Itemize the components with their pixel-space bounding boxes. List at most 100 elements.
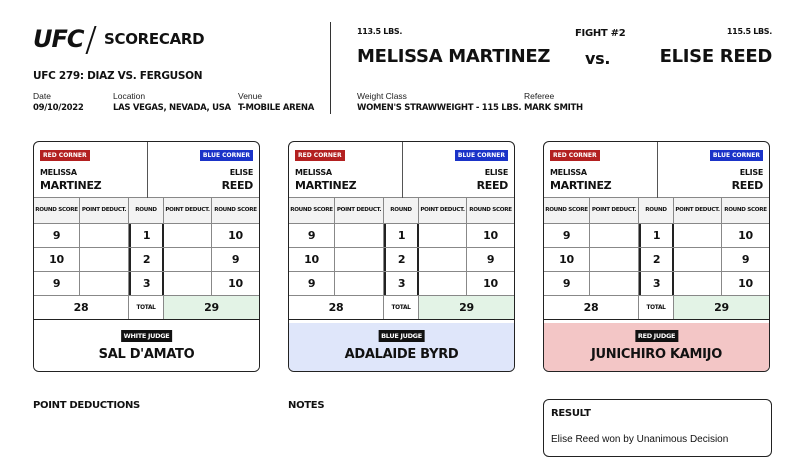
col-round: ROUND (384, 198, 419, 223)
red-round-score: 9 (289, 272, 335, 295)
blue-point-deduction (419, 272, 467, 295)
col-blue-round-score: ROUND SCORE (724, 207, 767, 213)
location-label: Location (113, 91, 146, 101)
result-title: RESULT (551, 408, 591, 419)
weight-class-value: WOMEN'S STRAWWEIGHT - 115 LBS. (357, 103, 522, 113)
col-red-round-score: ROUND SCORE (34, 198, 80, 223)
fight-number: FIGHT #2 (575, 28, 626, 39)
red-point-deduction (590, 224, 639, 247)
round-number: 2 (639, 248, 674, 271)
blue-round-score: 10 (228, 277, 243, 290)
header-divider (330, 22, 331, 114)
notes-heading: NOTES (288, 400, 325, 411)
result-box: RESULT Elise Reed won by Unanimous Decis… (543, 399, 772, 457)
blue-round-score: 9 (486, 253, 495, 266)
judge-role-badge: BLUE JUDGE (378, 330, 425, 342)
red-round-score: 10 (289, 248, 335, 271)
blue-point-deduction (164, 224, 212, 247)
red-point-deduction (590, 272, 639, 295)
round-row: 9 3 10 (289, 272, 514, 296)
red-point-deduction (80, 224, 129, 247)
red-round-score: 10 (544, 248, 590, 271)
blue-corner-badge: BLUE CORNER (199, 150, 253, 161)
blue-point-deduction (164, 272, 212, 295)
venue-value: T-MOBILE ARENA (238, 103, 315, 113)
blue-point-deduction (674, 272, 722, 295)
blue-last-name: REED (221, 179, 254, 192)
round-row: 9 3 10 (544, 272, 769, 296)
col-blue-point-deduct: POINT DEDUCT. (419, 198, 467, 223)
total-row: 28 TOTAL 29 (289, 296, 514, 320)
blue-point-deduction (164, 248, 212, 271)
blue-round-score: 10 (738, 229, 753, 242)
blue-corner-badge: BLUE CORNER (454, 150, 508, 161)
red-last-name: MARTINEZ (550, 179, 612, 192)
red-total: 28 (34, 296, 129, 319)
referee-value: MARK SMITH (524, 103, 583, 113)
red-last-name: MARTINEZ (295, 179, 357, 192)
red-point-deduction (335, 248, 384, 271)
blue-round-score: 9 (231, 253, 240, 266)
red-round-score: 10 (34, 248, 80, 271)
judge-footer: RED JUDGE JUNICHIRO KAMIJO (544, 323, 769, 371)
round-row: 9 1 10 (289, 224, 514, 248)
total-row: 28 TOTAL 29 (544, 296, 769, 320)
round-number: 1 (639, 224, 674, 247)
red-first-name: MELISSA (550, 168, 587, 177)
col-blue-round-score: ROUND SCORE (469, 207, 512, 213)
score-grid-header: ROUND SCORE POINT DEDUCT. ROUND POINT DE… (544, 198, 769, 224)
total-label: TOTAL (129, 296, 164, 319)
round-row: 10 2 9 (289, 248, 514, 272)
col-blue-point-deduct: POINT DEDUCT. (674, 198, 722, 223)
judge-scorecard-1: RED CORNER BLUE CORNER MELISSA MARTINEZ … (33, 141, 260, 372)
point-deductions-heading: POINT DEDUCTIONS (33, 400, 140, 411)
col-red-point-deduct: POINT DEDUCT. (590, 198, 639, 223)
red-fighter-name: MELISSA MARTINEZ (357, 46, 551, 67)
round-number: 2 (129, 248, 164, 271)
round-number: 3 (129, 272, 164, 295)
blue-round-score: 9 (741, 253, 750, 266)
round-row: 9 1 10 (544, 224, 769, 248)
round-row: 10 2 9 (34, 248, 259, 272)
referee-label: Referee (524, 91, 555, 101)
col-red-point-deduct: POINT DEDUCT. (80, 198, 129, 223)
date-label: Date (33, 91, 51, 101)
red-point-deduction (335, 272, 384, 295)
total-row: 28 TOTAL 29 (34, 296, 259, 320)
judge-role-badge: WHITE JUDGE (120, 330, 173, 342)
judge-name: SAL D'AMATO (98, 347, 195, 362)
venue-label: Venue (238, 91, 263, 101)
blue-point-deduction (674, 248, 722, 271)
blue-first-name: ELISE (229, 168, 254, 177)
red-last-name: MARTINEZ (40, 179, 102, 192)
score-grid: ROUND SCORE POINT DEDUCT. ROUND POINT DE… (544, 198, 769, 320)
red-point-deduction (80, 272, 129, 295)
judge-footer: BLUE JUDGE ADALAIDE BYRD (289, 323, 514, 371)
score-grid: ROUND SCORE POINT DEDUCT. ROUND POINT DE… (34, 198, 259, 320)
red-corner-badge: RED CORNER (550, 150, 600, 161)
page-title: SCORECARD (104, 30, 205, 48)
total-label: TOTAL (639, 296, 674, 319)
judge-footer: WHITE JUDGE SAL D'AMATO (34, 323, 259, 371)
blue-corner-badge: BLUE CORNER (709, 150, 763, 161)
blue-point-deduction (419, 248, 467, 271)
blue-point-deduction (419, 224, 467, 247)
red-round-score: 9 (34, 224, 80, 247)
red-total: 28 (544, 296, 639, 319)
round-number: 1 (384, 224, 419, 247)
blue-total: 29 (164, 296, 259, 319)
blue-first-name: ELISE (739, 168, 764, 177)
blue-total: 29 (674, 296, 769, 319)
round-row: 10 2 9 (544, 248, 769, 272)
judge-scorecard-3: RED CORNER BLUE CORNER MELISSA MARTINEZ … (543, 141, 770, 372)
round-number: 3 (639, 272, 674, 295)
red-round-score: 9 (289, 224, 335, 247)
blue-last-name: REED (476, 179, 509, 192)
blue-fighter-weight: 115.5 LBS. (726, 27, 772, 36)
score-grid-header: ROUND SCORE POINT DEDUCT. ROUND POINT DE… (289, 198, 514, 224)
red-fighter-weight: 113.5 LBS. (357, 27, 403, 36)
round-number: 3 (384, 272, 419, 295)
blue-round-score: 10 (483, 229, 498, 242)
blue-round-score: 10 (738, 277, 753, 290)
vs-label: vs. (585, 49, 611, 68)
